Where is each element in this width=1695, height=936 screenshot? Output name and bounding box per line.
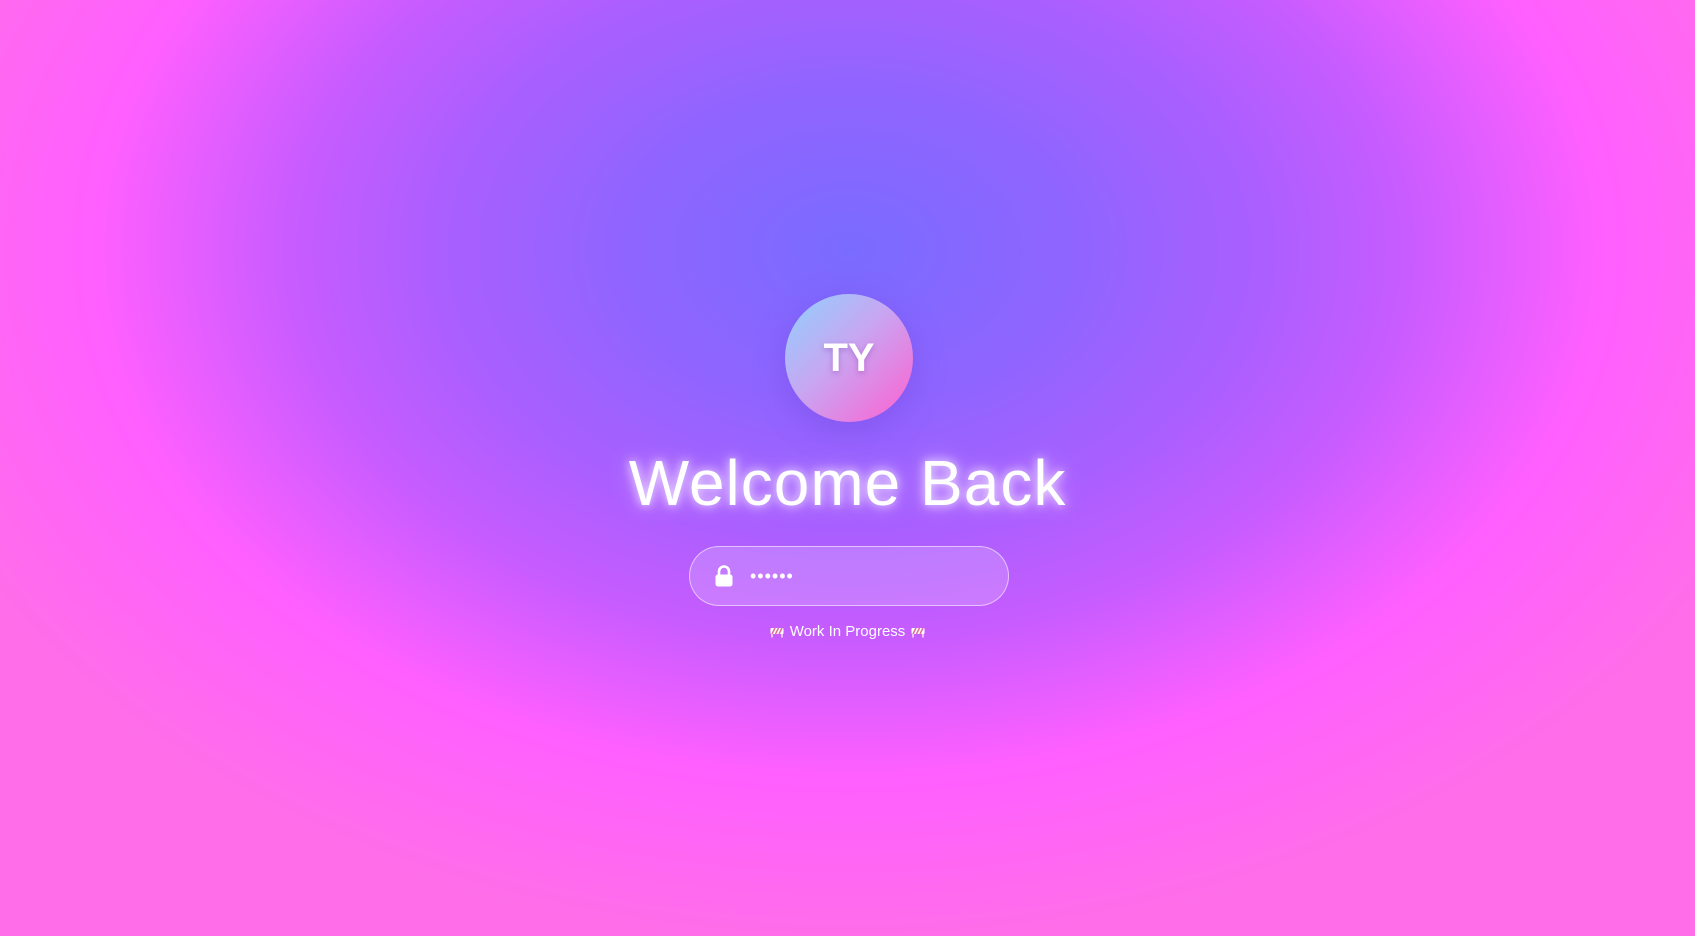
lock-icon	[715, 565, 733, 587]
status-text: Work In Progress	[789, 623, 906, 640]
password-field-container[interactable]	[689, 546, 1009, 606]
lock-screen: TY Welcome Back Work In Progress	[0, 0, 1695, 936]
construction-barrier-icon	[770, 627, 784, 638]
avatar: TY	[785, 294, 913, 422]
password-input[interactable]	[750, 547, 990, 605]
construction-barrier-icon	[911, 627, 925, 638]
avatar-initials: TY	[823, 335, 875, 380]
page-title: Welcome Back	[628, 447, 1067, 519]
status-message: Work In Progress	[0, 623, 1695, 641]
